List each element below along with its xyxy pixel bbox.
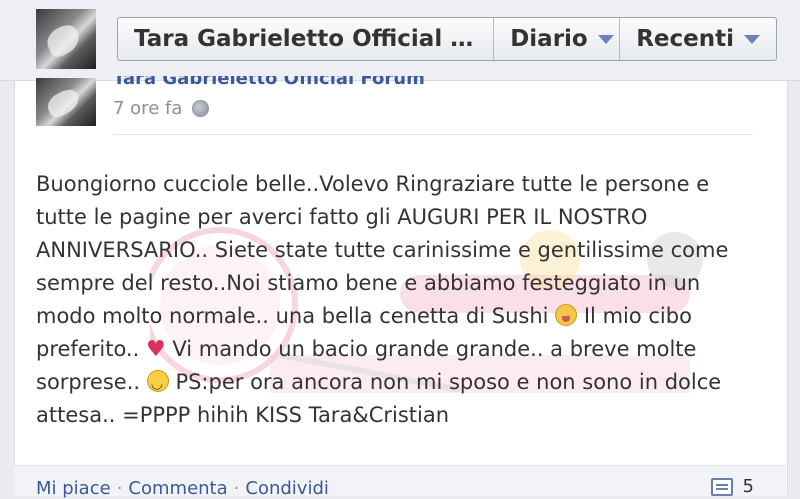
- post-actions-bar: Mi piace · Commenta · Condividi 5: [14, 465, 786, 499]
- post-text: Vi mando un bacio grande grande.. a brev…: [172, 337, 697, 361]
- recenti-label: Recenti: [636, 26, 734, 52]
- chevron-down-icon: [744, 34, 760, 44]
- diario-dropdown[interactable]: Diario: [494, 18, 621, 60]
- share-link[interactable]: Condividi: [245, 478, 329, 499]
- post-text: sorprese..: [36, 370, 141, 394]
- recenti-dropdown[interactable]: Recenti: [620, 18, 776, 60]
- page-nav: Tara Gabrieletto Official F... Diario Re…: [117, 17, 777, 61]
- globe-icon[interactable]: [192, 100, 210, 117]
- author-avatar[interactable]: [36, 78, 96, 126]
- post-message: Buongiorno cucciole belle..Volevo Ringra…: [36, 168, 756, 432]
- chevron-down-icon: [597, 34, 614, 44]
- post-line: sorprese.. PS:per ora ancora non mi spos…: [36, 366, 756, 401]
- diario-label: Diario: [510, 26, 588, 52]
- comment-count: 5: [742, 476, 754, 497]
- post-timestamp[interactable]: 7 ore fa: [113, 98, 182, 119]
- like-link[interactable]: Mi piace: [36, 478, 111, 499]
- divider: [113, 134, 753, 135]
- post-line: attesa.. =PPPP hihih KISS Tara&Cristian: [36, 403, 450, 427]
- post-actions: Mi piace · Commenta · Condividi: [36, 478, 329, 499]
- separator: ·: [116, 478, 123, 499]
- post-line: ANNIVERSARIO.. Siete state tutte carinis…: [36, 238, 729, 262]
- heart-icon: ♥: [145, 337, 166, 362]
- post-meta: 7 ore fa: [113, 98, 210, 119]
- comment-icon: [710, 477, 733, 496]
- page-avatar[interactable]: [36, 9, 96, 69]
- post-text: PS:per ora ancora non mi sposo e non son…: [175, 370, 722, 394]
- tongue-emoji-icon: [555, 304, 578, 326]
- top-bar: Tara Gabrieletto Official F... Diario Re…: [0, 0, 800, 81]
- post-line: preferito.. ♥ Vi mando un bacio grande g…: [36, 333, 756, 366]
- post-line: modo molto normale.. una bella cenetta d…: [36, 300, 756, 333]
- smile-emoji-icon: [146, 368, 169, 401]
- post-line: Buongiorno cucciole belle..Volevo Ringra…: [36, 172, 710, 196]
- page-title: Tara Gabrieletto Official F...: [134, 26, 478, 52]
- post-text: Il mio cibo: [583, 304, 692, 328]
- comment-link[interactable]: Commenta: [128, 478, 227, 499]
- separator: ·: [233, 478, 240, 499]
- page-title-button[interactable]: Tara Gabrieletto Official F...: [118, 18, 495, 60]
- post-text: modo molto normale.. una bella cenetta d…: [36, 304, 549, 328]
- post-line: sempre del resto..Noi stiamo bene e abbi…: [36, 271, 701, 295]
- post-line: tutte le pagine per averci fatto gli AUG…: [36, 205, 648, 229]
- post-text: preferito..: [36, 337, 140, 361]
- comment-count-button[interactable]: 5: [710, 476, 754, 497]
